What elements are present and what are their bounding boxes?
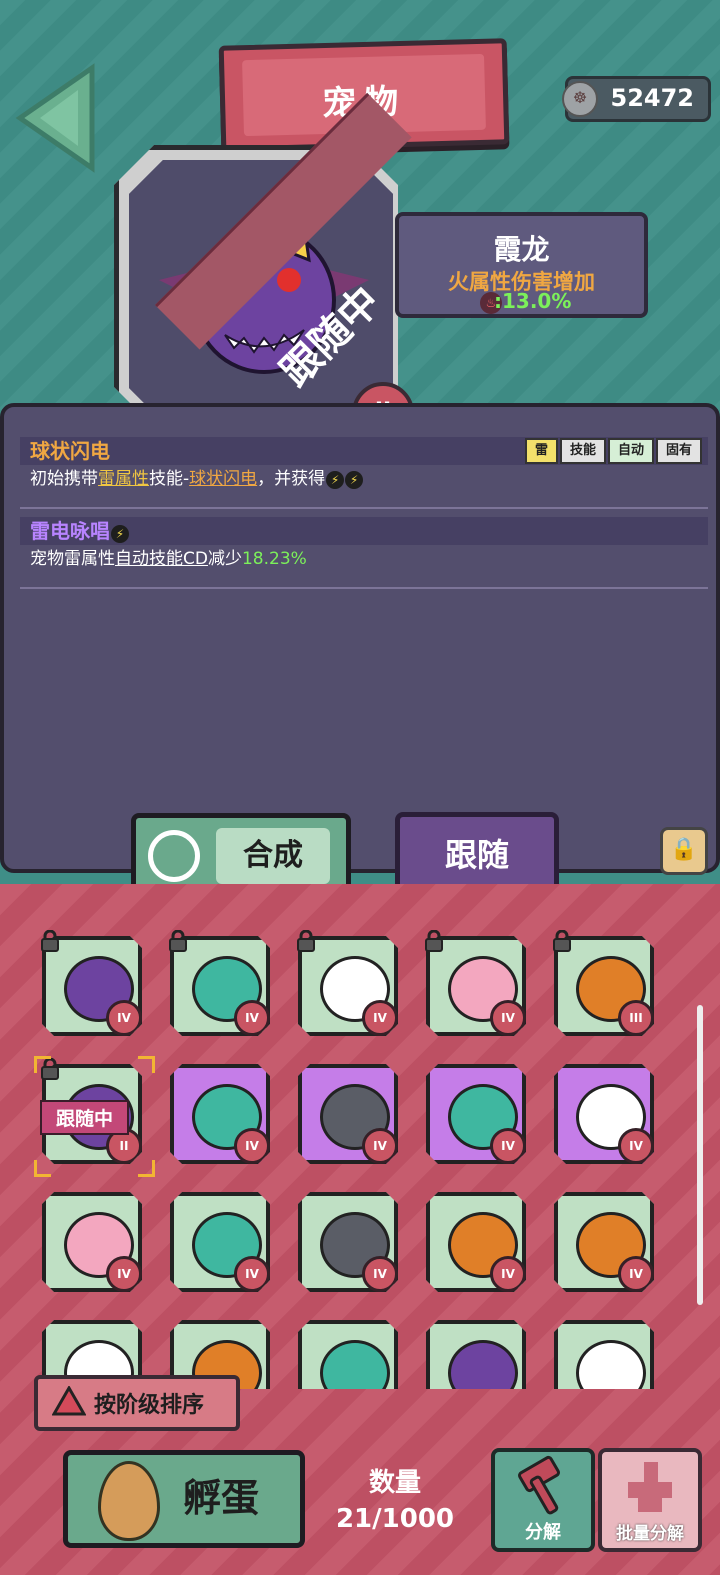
pet-card[interactable]: IV (426, 1064, 526, 1164)
skill-2: 雷电咏唱 ⚡ 宠物雷属性自动技能CD减少18.23% (20, 517, 708, 589)
count-value: 21/1000 (335, 1504, 455, 1534)
selection-corner (34, 1056, 51, 1073)
rank-badge: IV (234, 1128, 270, 1164)
sort-button[interactable]: 按阶级排序 (34, 1375, 240, 1431)
anvil-icon (628, 1462, 672, 1512)
hatch-label: 孵蛋 (183, 1476, 260, 1520)
bolt-icon: ⚡ (326, 471, 345, 489)
lock-button[interactable]: 🔒 (660, 827, 708, 875)
pet-card[interactable]: IV (170, 1192, 270, 1292)
skill-1-desc: 初始携带雷属性技能-球状闪电，并获得 ⚡ ⚡ (20, 465, 708, 493)
rank-badge: IV (234, 1000, 270, 1036)
sort-label: 按阶级排序 (94, 1393, 205, 1418)
scrollbar[interactable] (697, 1005, 703, 1305)
following-tag: 跟随中 (40, 1100, 130, 1135)
skill-panel: 球状闪电 雷 技能 自动 固有 初始携带雷属性技能-球状闪电，并获得 ⚡ ⚡ 雷电咏… (0, 403, 720, 873)
rank-badge: IV (362, 1000, 398, 1036)
rank-badge: III (618, 1000, 654, 1036)
skill-1-name: 球状闪电 (30, 439, 110, 463)
egg-icon (98, 1461, 160, 1541)
coin-icon: ☸ (562, 81, 598, 117)
bolt-icon: ⚡ (345, 471, 364, 489)
count-label: 数量 (368, 1468, 421, 1498)
skill-1: 球状闪电 雷 技能 自动 固有 初始携带雷属性技能-球状闪电，并获得 ⚡ ⚡ (20, 437, 708, 509)
rank-badge: IV (618, 1128, 654, 1164)
selection-corner (138, 1160, 155, 1177)
rank-badge: IV (490, 1256, 526, 1292)
currency-value: 52472 (610, 84, 695, 112)
rank-badge: IV (234, 1256, 270, 1292)
rank-badge: IV (362, 1128, 398, 1164)
padlock-icon (297, 930, 315, 952)
lock-icon: 🔒 (670, 837, 698, 862)
currency-display: ☸ 52472 (562, 76, 711, 122)
rank-badge: IV (490, 1000, 526, 1036)
selection-corner (138, 1056, 155, 1073)
tag-skill: 技能 (559, 438, 606, 464)
skill-1-tags: 雷 技能 自动 固有 (524, 438, 702, 464)
padlock-icon (41, 930, 59, 952)
rank-badge: IV (362, 1256, 398, 1292)
batch-decompose-button[interactable]: 批量分解 (598, 1448, 702, 1552)
bolt-icon: ⚡ (111, 525, 129, 543)
rank-badge: IV (618, 1256, 654, 1292)
hammer-icon (518, 1455, 560, 1515)
tag-thunder: 雷 (524, 438, 558, 464)
rank-badge: IV (106, 1000, 142, 1036)
tab-synthesize-label: 合成 (216, 828, 330, 884)
pet-card[interactable]: IV (554, 1192, 654, 1292)
triangle-icon (52, 1386, 86, 1416)
purple-dragon-icon (448, 1340, 518, 1389)
pet-effect-value: :13.0% (494, 289, 572, 313)
padlock-icon (169, 930, 187, 952)
decompose-button[interactable]: 分解 (491, 1448, 595, 1552)
skill-2-desc: 宠物雷属性自动技能CD减少18.23% (30, 549, 307, 569)
pet-card[interactable] (298, 1320, 398, 1389)
pet-card[interactable] (554, 1320, 654, 1389)
padlock-icon (425, 930, 443, 952)
decompose-label: 分解 (525, 1522, 561, 1543)
pet-card[interactable]: IV (298, 1064, 398, 1164)
pet-card[interactable]: IV (170, 1064, 270, 1164)
pet-card[interactable]: IV (426, 1192, 526, 1292)
selection-corner (34, 1160, 51, 1177)
pet-card[interactable]: IV (298, 1192, 398, 1292)
back-arrow-icon[interactable] (12, 62, 102, 174)
batch-decompose-label: 批量分解 (616, 1524, 684, 1544)
pet-card[interactable]: IV (554, 1064, 654, 1164)
pet-grid: IV IV IV IV III II 跟随中 IV IV IV IV IV IV IV IV IV (0, 884, 720, 1389)
hatch-button[interactable]: 孵蛋 (63, 1450, 305, 1548)
rank-badge: IV (490, 1128, 526, 1164)
skull-ghost-icon (576, 1340, 646, 1389)
pet-card[interactable]: IV (42, 1192, 142, 1292)
padlock-icon (553, 930, 571, 952)
pet-info-card: 霞龙 火属性伤害增加 ♨ :13.0% (395, 212, 648, 318)
swirl-icon (148, 830, 200, 882)
skill-2-name: 雷电咏唱 (30, 519, 110, 543)
rank-badge: IV (106, 1256, 142, 1292)
tag-innate: 固有 (655, 438, 702, 464)
teal-spring-icon (320, 1340, 390, 1389)
pet-card[interactable] (426, 1320, 526, 1389)
pet-name: 霞龙 (493, 233, 550, 266)
tag-auto: 自动 (607, 438, 654, 464)
